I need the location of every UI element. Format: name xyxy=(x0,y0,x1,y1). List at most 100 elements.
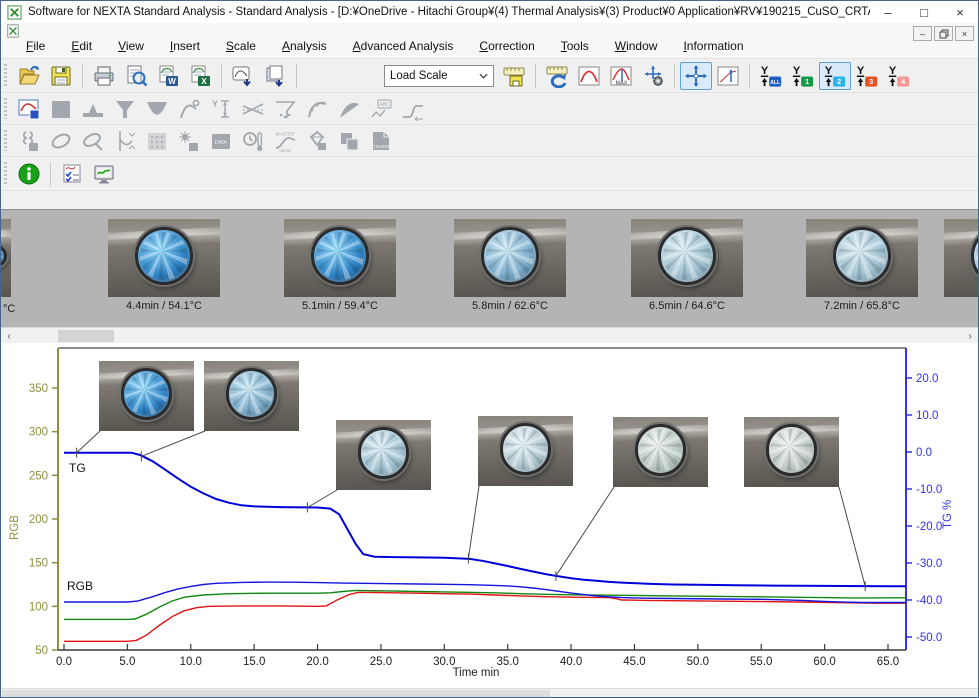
y-axis-1-icon: Y1 xyxy=(791,64,815,88)
y-axis-2-button[interactable]: Y2 xyxy=(819,62,851,90)
print-preview-icon xyxy=(124,64,148,88)
load-scale-dropdown[interactable]: Load Scale xyxy=(384,65,494,87)
film-frame-label: 4.4min / 54.1°C xyxy=(108,300,220,312)
report-checklist-button[interactable] xyxy=(56,160,88,188)
load-scale-value: Load Scale xyxy=(390,70,448,82)
menu-window[interactable]: Window xyxy=(602,35,671,58)
svg-text:20.0: 20.0 xyxy=(916,373,938,385)
axis-settings-button[interactable] xyxy=(637,62,669,90)
svg-text:10.0: 10.0 xyxy=(916,410,938,422)
filmstrip-scrollbar[interactable]: ‹ › xyxy=(1,327,978,343)
print-button[interactable] xyxy=(88,62,120,90)
menu-advanced-analysis[interactable]: Advanced Analysis xyxy=(340,35,467,58)
restore-scale-button[interactable] xyxy=(541,62,573,90)
svg-text:TG %: TG % xyxy=(942,500,954,529)
film-frame-label: °C xyxy=(3,303,15,315)
y-axis-3-icon: Y3 xyxy=(855,64,879,88)
chart-scroll-thumb[interactable] xyxy=(2,690,550,698)
svg-text:50.0: 50.0 xyxy=(687,656,709,668)
menu-view[interactable]: View xyxy=(105,35,157,58)
print-preview-button[interactable] xyxy=(120,62,152,90)
menu-correction[interactable]: Correction xyxy=(466,35,547,58)
film-frame[interactable]: 4.4min / 54.1°C xyxy=(108,219,220,312)
curve-view-button[interactable] xyxy=(573,62,605,90)
y-axis-1-button[interactable]: Y1 xyxy=(787,62,819,90)
menu-insert[interactable]: Insert xyxy=(157,35,213,58)
maximize-button[interactable]: □ xyxy=(906,1,942,23)
scroll-left-arrow[interactable]: ‹ xyxy=(1,328,17,344)
sample-photo xyxy=(99,361,194,431)
chart-scrollbar[interactable] xyxy=(1,688,978,698)
film-frame[interactable]: 7.2min / 65.8°C xyxy=(806,219,918,312)
toolbar-spacer xyxy=(1,191,978,209)
export-graph-image-button[interactable] xyxy=(227,62,259,90)
inset-leader-line xyxy=(307,490,337,508)
mdi-minimize-button[interactable]: – xyxy=(913,26,932,41)
mdi-close-button[interactable]: × xyxy=(955,26,974,41)
sample-photo xyxy=(478,416,573,486)
scroll-right-arrow[interactable]: › xyxy=(962,328,978,344)
sample-photo xyxy=(806,219,918,297)
menu-edit[interactable]: Edit xyxy=(58,35,105,58)
display-settings-button[interactable] xyxy=(13,95,45,123)
svg-text:Y: Y xyxy=(793,65,801,77)
master-curve-icon: MASTERcurve xyxy=(273,129,297,153)
menu-file[interactable]: File xyxy=(13,35,58,58)
save-scale-button[interactable] xyxy=(498,62,530,90)
crucible-pan xyxy=(135,227,193,285)
peak-dots-icon xyxy=(273,97,297,121)
y-range-measure-button: Y xyxy=(205,95,237,123)
scale-axis-button[interactable] xyxy=(712,62,744,90)
mdi-restore-button[interactable] xyxy=(934,26,953,41)
menu-analysis[interactable]: Analysis xyxy=(269,35,340,58)
film-frame[interactable]: 5.1min / 59.4°C xyxy=(284,219,396,312)
export-excel-button[interactable]: X xyxy=(184,62,216,90)
sample-photo xyxy=(108,219,220,297)
peak-search-button[interactable]: MAX xyxy=(605,62,637,90)
svg-text:3: 3 xyxy=(869,77,873,86)
film-frame[interactable]: 6.5min / 64.6°C xyxy=(631,219,743,312)
svg-text:ABC: ABC xyxy=(379,102,390,108)
pan-mode-button[interactable] xyxy=(680,62,712,90)
toolbar-separator xyxy=(50,162,51,186)
y-axis-all-button[interactable]: YALL xyxy=(755,62,787,90)
sample-photo xyxy=(631,219,743,297)
sample-photo xyxy=(204,361,299,431)
y-axis-4-button[interactable]: Y4 xyxy=(883,62,915,90)
save-file-button[interactable] xyxy=(45,62,77,90)
minimize-button[interactable]: – xyxy=(870,1,906,23)
close-button[interactable]: × xyxy=(942,1,978,23)
information-button[interactable] xyxy=(13,160,45,188)
menu-tools[interactable]: Tools xyxy=(548,35,602,58)
svg-text:40.0: 40.0 xyxy=(560,656,582,668)
open-file-button[interactable] xyxy=(13,62,45,90)
step-measure-icon xyxy=(401,97,425,121)
svg-text:10.0: 10.0 xyxy=(180,656,202,668)
svg-text:Y: Y xyxy=(857,65,865,77)
film-frame[interactable]: 5.8min / 62.6°C xyxy=(454,219,566,312)
oval-q-select-icon xyxy=(81,129,105,153)
gem-tool-icon xyxy=(305,129,329,153)
curve-marker-icon xyxy=(305,97,329,121)
export-word-button[interactable]: W xyxy=(152,62,184,90)
toolbar-analysis: Y ABC xyxy=(1,93,978,125)
time-temp-tool-icon xyxy=(241,129,265,153)
svg-text:Y: Y xyxy=(761,65,769,77)
toolbar-separator xyxy=(296,64,297,88)
region-select-button xyxy=(45,95,77,123)
filmstrip-scroll-thumb[interactable] xyxy=(58,330,114,342)
menu-scale[interactable]: Scale xyxy=(213,35,269,58)
film-frame-partial-left[interactable] xyxy=(1,219,11,297)
live-monitor-button[interactable] xyxy=(88,160,120,188)
chart-area[interactable]: 5010015020025030035020.010.00.0-10.0-20.… xyxy=(1,343,978,688)
toolbar-separator xyxy=(535,64,536,88)
export-all-images-button[interactable] xyxy=(259,62,291,90)
svg-text:MASTER: MASTER xyxy=(276,131,296,136)
menu-information[interactable]: Information xyxy=(670,35,756,58)
film-frame-label: 6.5min / 64.6°C xyxy=(631,300,743,312)
toolbar-advanced: DMAMASTERcurveTM4000 xyxy=(1,125,978,157)
crucible-pan xyxy=(481,227,539,285)
y-axis-3-button[interactable]: Y3 xyxy=(851,62,883,90)
master-curve-button: MASTERcurve xyxy=(269,127,301,155)
film-frame-partial-right[interactable] xyxy=(944,219,979,297)
